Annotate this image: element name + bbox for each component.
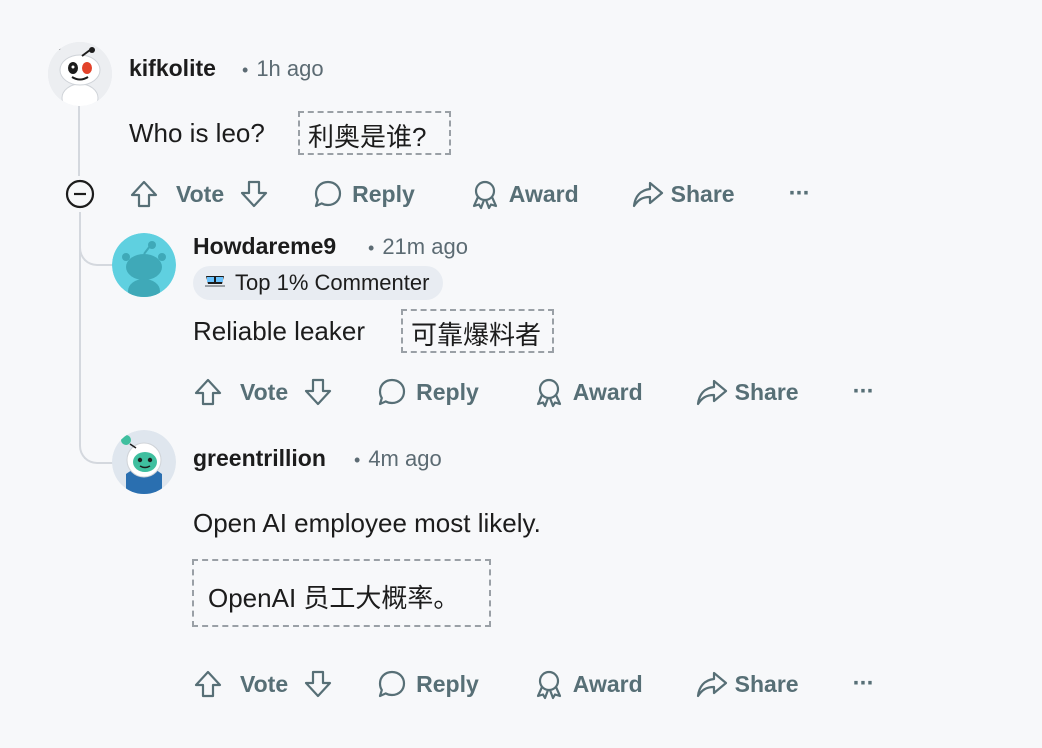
top-commenter-badge[interactable]: Top 1% Commenter (193, 266, 444, 300)
reply-button[interactable]: Reply (312, 178, 415, 210)
reply-label: Reply (352, 180, 415, 207)
separator-dot: • (242, 60, 249, 80)
avatar[interactable]: G (48, 42, 112, 106)
downvote-button[interactable] (302, 668, 334, 700)
badge-label: Top 1% Commenter (235, 270, 430, 295)
award-label: Award (572, 378, 643, 405)
vote-label: Vote (176, 180, 225, 207)
username[interactable]: Howdareme9 (193, 233, 336, 260)
svg-text:G: G (54, 43, 61, 53)
downvote-button[interactable] (238, 178, 270, 210)
downvote-icon (238, 178, 270, 210)
share-icon (695, 668, 729, 700)
avatar[interactable] (112, 430, 176, 494)
reply-icon (376, 376, 408, 408)
comment-body: Reliable leaker (193, 316, 365, 346)
reply-label: Reply (416, 670, 479, 697)
award-button[interactable]: Award (469, 178, 579, 210)
upvote-button[interactable] (192, 668, 224, 700)
username[interactable]: kifkolite (129, 55, 216, 82)
more-options-button[interactable]: ··· (788, 180, 811, 208)
reply-button[interactable]: Reply (376, 376, 479, 408)
comment-actions: Vote Reply Award Share ··· (128, 174, 811, 214)
username[interactable]: greentrillion (193, 445, 326, 472)
timestamp[interactable]: 21m ago (382, 234, 468, 259)
more-options-button[interactable]: ··· (852, 670, 875, 698)
share-label: Share (734, 670, 799, 697)
translation-box: 利奥是谁? (298, 111, 451, 155)
upvote-button[interactable] (192, 376, 224, 408)
upvote-icon (128, 178, 160, 210)
award-label: Award (572, 670, 643, 697)
comment-meta: • 4m ago (344, 446, 442, 472)
reply-button[interactable]: Reply (376, 668, 479, 700)
comment-body: Open AI employee most likely. (193, 508, 541, 538)
more-icon: ··· (852, 670, 875, 697)
award-button[interactable]: Award (533, 376, 643, 408)
comment-meta: • 1h ago (232, 56, 324, 82)
more-icon: ··· (788, 180, 811, 207)
award-button[interactable]: Award (533, 668, 643, 700)
comment-actions: Vote Reply Award Share ··· (192, 664, 875, 704)
more-options-button[interactable]: ··· (852, 378, 875, 406)
reply-label: Reply (416, 378, 479, 405)
vote-label: Vote (240, 378, 289, 405)
share-button[interactable]: Share (695, 376, 799, 408)
thread-connector-1 (79, 228, 113, 266)
collapse-icon[interactable] (64, 178, 96, 210)
award-icon (469, 178, 501, 210)
comment-actions: Vote Reply Award Share ··· (192, 372, 875, 412)
share-label: Share (734, 378, 799, 405)
thread-line-root[interactable] (78, 106, 80, 176)
translation-box: OpenAI 员工大概率。 (192, 559, 491, 627)
downvote-icon (302, 376, 334, 408)
glasses-icon (203, 270, 235, 296)
award-icon (533, 376, 565, 408)
vote-label: Vote (240, 670, 289, 697)
downvote-icon (302, 668, 334, 700)
timestamp[interactable]: 4m ago (368, 446, 441, 471)
comment-meta: • 21m ago (358, 234, 468, 260)
share-button[interactable]: Share (695, 668, 799, 700)
share-button[interactable]: Share (631, 178, 735, 210)
comment-body: Who is leo? (129, 118, 265, 148)
share-icon (695, 376, 729, 408)
reply-icon (312, 178, 344, 210)
upvote-icon (192, 668, 224, 700)
share-icon (631, 178, 665, 210)
comment-thread: G kifkolite • 1h ago Who is leo? 利奥是谁? Vo… (0, 0, 1042, 748)
downvote-button[interactable] (302, 376, 334, 408)
separator-dot: • (354, 450, 361, 470)
upvote-button[interactable] (128, 178, 160, 210)
reply-icon (376, 668, 408, 700)
share-label: Share (670, 180, 735, 207)
upvote-icon (192, 376, 224, 408)
award-label: Award (508, 180, 579, 207)
more-icon: ··· (852, 378, 875, 405)
avatar[interactable] (112, 233, 176, 297)
translation-box: 可靠爆料者 (401, 309, 554, 353)
separator-dot: • (368, 238, 375, 258)
award-icon (533, 668, 565, 700)
thread-connector-2 (79, 426, 113, 464)
timestamp[interactable]: 1h ago (256, 56, 323, 81)
